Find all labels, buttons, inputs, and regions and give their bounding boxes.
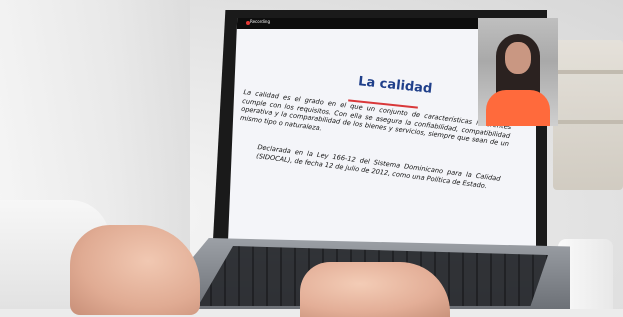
recording-label: Recording <box>250 19 271 24</box>
slide-title: La calidad <box>357 74 433 97</box>
presenter-face <box>505 42 531 74</box>
presenter-top <box>486 90 550 126</box>
presenter-webcam <box>478 18 558 126</box>
background-books <box>553 40 623 190</box>
